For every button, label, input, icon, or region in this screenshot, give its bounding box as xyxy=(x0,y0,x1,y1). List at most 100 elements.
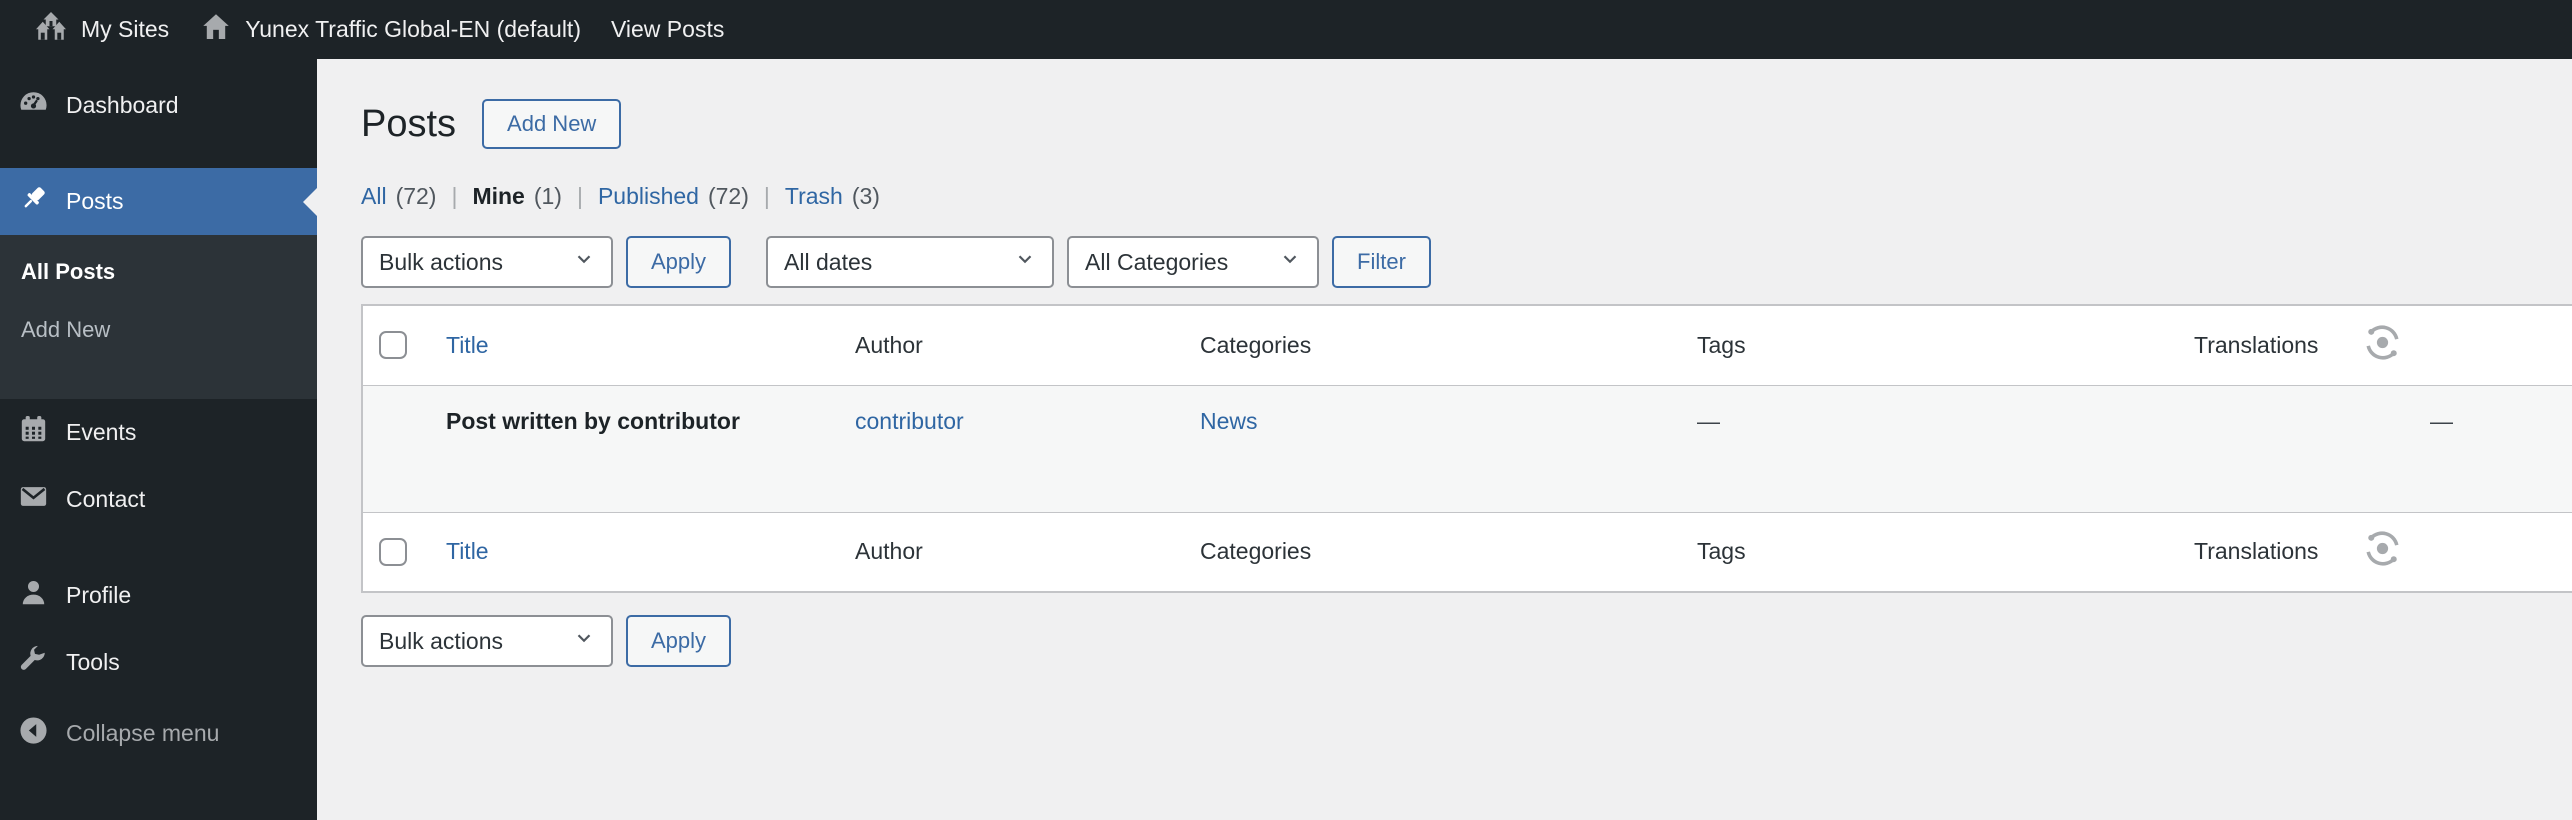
wrench-icon xyxy=(17,643,50,682)
chevron-down-icon xyxy=(573,248,595,276)
sidebar-item-label: Dashboard xyxy=(66,92,179,118)
translation-sync-icon xyxy=(2360,526,2405,577)
column-footer-title: Title xyxy=(430,511,839,592)
site-name-label: Yunex Traffic Global-EN (default) xyxy=(245,16,581,42)
translations-label: Translations xyxy=(2194,331,2319,358)
submenu-item-label: Add New xyxy=(21,317,111,342)
sidebar-item-all-posts[interactable]: All Posts xyxy=(0,243,317,301)
view-separator: | xyxy=(451,183,458,209)
select-all-checkbox[interactable] xyxy=(379,331,407,360)
collapse-arrow-icon xyxy=(17,714,50,753)
post-title: Post written by contributor xyxy=(446,407,740,434)
all-dates-select[interactable]: All dates xyxy=(766,236,1055,288)
column-header-tags: Tags xyxy=(1681,305,2178,386)
sidebar-item-label: Posts xyxy=(66,188,124,214)
view-posts-label: View Posts xyxy=(610,16,725,42)
chevron-down-icon xyxy=(1279,248,1301,276)
view-separator: | xyxy=(763,183,770,209)
view-count-all: (72) xyxy=(395,183,437,209)
sidebar-item-label: Tools xyxy=(66,649,120,675)
sidebar-item-contact[interactable]: Contact xyxy=(0,466,317,533)
table-header-row: Title Author Categories Tags Translation… xyxy=(362,305,2572,386)
my-sites-label: My Sites xyxy=(81,16,170,42)
view-link-all[interactable]: All xyxy=(361,183,387,210)
sidebar-item-posts[interactable]: Posts xyxy=(0,168,317,235)
dashboard-gauge-icon xyxy=(17,86,50,125)
view-link-published[interactable]: Published xyxy=(598,183,699,210)
menu-separator xyxy=(0,533,317,562)
admin-sidebar: Dashboard Posts All Posts Add New Events… xyxy=(0,59,317,820)
select-all-checkbox[interactable] xyxy=(379,537,407,566)
sidebar-item-tools[interactable]: Tools xyxy=(0,629,317,696)
sidebar-item-label: Profile xyxy=(66,582,132,608)
sidebar-item-label: Events xyxy=(66,419,137,445)
table-footer-row: Title Author Categories Tags Translation… xyxy=(362,511,2572,592)
category-link[interactable]: News xyxy=(1200,408,1258,434)
bulk-actions-select[interactable]: Bulk actions xyxy=(361,236,613,288)
sidebar-item-profile[interactable]: Profile xyxy=(0,562,317,629)
sidebar-item-label: Contact xyxy=(66,486,146,512)
column-header-translations: Translations xyxy=(2178,305,2572,386)
envelope-icon xyxy=(17,480,50,519)
main-content: Posts Add New All (72) | Mine (1) | Publ… xyxy=(317,59,2572,820)
view-count-mine: (1) xyxy=(533,183,562,209)
posts-submenu: All Posts Add New xyxy=(0,235,317,399)
collapse-menu-button[interactable]: Collapse menu xyxy=(0,700,317,767)
view-link-mine-current[interactable]: Mine xyxy=(472,183,524,210)
apply-button[interactable]: Apply xyxy=(626,236,732,288)
column-header-categories: Categories xyxy=(1184,305,1681,386)
chevron-down-icon xyxy=(573,627,595,655)
tags-empty-dash: — xyxy=(1697,407,1720,434)
translation-sync-icon xyxy=(2360,320,2405,371)
multisite-icon xyxy=(33,9,69,51)
view-link-trash[interactable]: Trash xyxy=(785,183,843,210)
sidebar-item-dashboard[interactable]: Dashboard xyxy=(0,72,317,139)
all-categories-select[interactable]: All Categories xyxy=(1067,236,1320,288)
user-icon xyxy=(17,576,50,615)
add-new-button[interactable]: Add New xyxy=(482,99,622,149)
row-checkbox-cell xyxy=(362,385,430,512)
sort-title-link[interactable]: Title xyxy=(446,538,489,564)
sort-title-link[interactable]: Title xyxy=(446,332,489,358)
sidebar-item-label: Collapse menu xyxy=(66,720,220,746)
admin-bar: My Sites Yunex Traffic Global-EN (defaul… xyxy=(0,0,2572,59)
row-tags-cell: — xyxy=(1681,385,2178,512)
row-author-cell: contributor xyxy=(839,385,1184,512)
row-title-cell: Post written by contributor xyxy=(430,385,839,512)
column-header-title: Title xyxy=(430,305,839,386)
post-row: Post written by contributor contributor … xyxy=(362,385,2572,512)
column-footer-translations: Translations xyxy=(2178,511,2572,592)
row-categories-cell: News xyxy=(1184,385,1681,512)
posts-table: Title Author Categories Tags Translation… xyxy=(361,304,2572,593)
translations-empty-dash: — xyxy=(2430,407,2453,434)
current-site-menu[interactable]: Yunex Traffic Global-EN (default) xyxy=(184,0,596,59)
view-posts-link[interactable]: View Posts xyxy=(596,0,739,59)
column-header-author: Author xyxy=(839,305,1184,386)
top-toolbar: Bulk actions Apply All dates All Categor… xyxy=(361,236,2572,288)
home-icon xyxy=(199,10,233,50)
select-all-cell xyxy=(362,305,430,386)
sidebar-item-add-new[interactable]: Add New xyxy=(0,301,317,359)
chevron-down-icon xyxy=(1014,248,1036,276)
bulk-actions-select-bottom[interactable]: Bulk actions xyxy=(361,615,613,667)
author-link[interactable]: contributor xyxy=(855,408,964,434)
column-footer-tags: Tags xyxy=(1681,511,2178,592)
bottom-toolbar: Bulk actions Apply xyxy=(361,615,2572,667)
translations-label: Translations xyxy=(2194,538,2319,565)
page-header: Posts Add New xyxy=(361,99,2572,149)
row-translations-cell: — xyxy=(2178,385,2572,512)
page-title: Posts xyxy=(361,102,457,145)
all-dates-value: All dates xyxy=(784,248,873,275)
view-count-trash: (3) xyxy=(851,183,880,209)
view-count-published: (72) xyxy=(707,183,749,209)
column-footer-author: Author xyxy=(839,511,1184,592)
sidebar-item-events[interactable]: Events xyxy=(0,399,317,466)
apply-button-bottom[interactable]: Apply xyxy=(626,615,732,667)
filter-button[interactable]: Filter xyxy=(1332,236,1431,288)
select-all-cell xyxy=(362,511,430,592)
calendar-icon xyxy=(17,413,50,452)
my-sites-menu[interactable]: My Sites xyxy=(18,0,184,59)
menu-separator xyxy=(0,139,317,168)
pushpin-icon xyxy=(17,182,50,221)
posts-table-wrap: Title Author Categories Tags Translation… xyxy=(361,304,2572,593)
